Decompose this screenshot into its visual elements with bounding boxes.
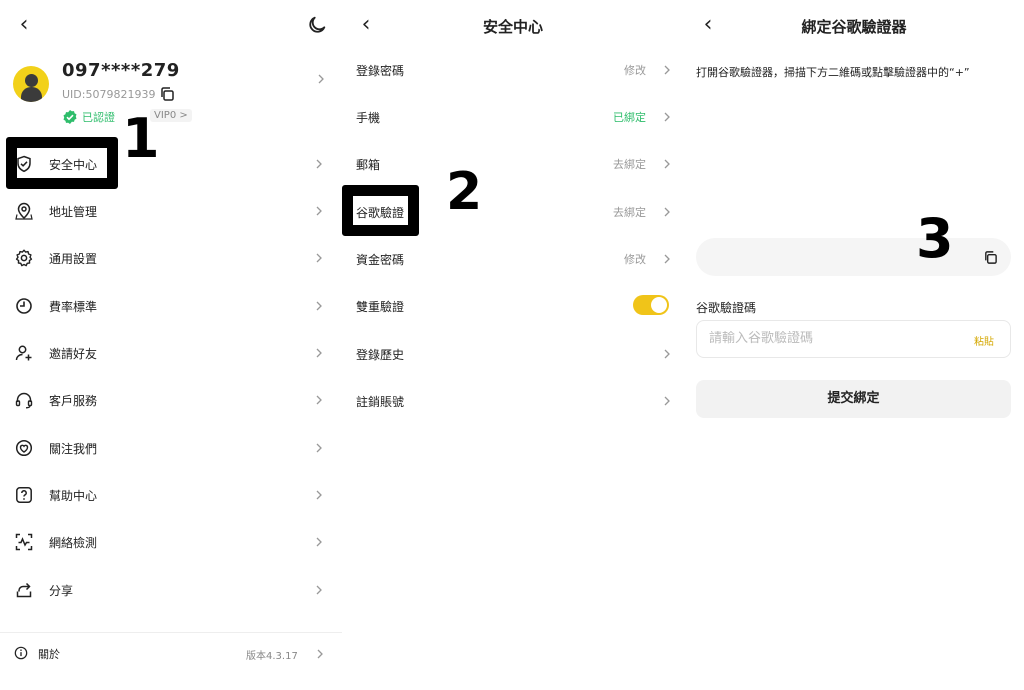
add-user-icon <box>15 345 32 361</box>
chevron-right-icon <box>316 537 322 547</box>
chevron-right-icon <box>316 490 322 500</box>
security-row-label: 手機 <box>356 111 381 125</box>
copy-icon[interactable] <box>983 250 998 265</box>
chevron-right-icon <box>316 159 322 169</box>
question-icon <box>16 487 32 503</box>
chevron-right-icon <box>316 348 322 358</box>
security-row-label: 郵箱 <box>356 158 381 172</box>
instruction-text: 打開谷歌驗證器，掃描下方二維碼或點擊驗證器中的“+” <box>696 66 970 79</box>
menu-item[interactable]: 地址管理 <box>0 191 342 231</box>
menu-item-label: 客戶服務 <box>49 394 98 408</box>
menu-item[interactable]: 通用設置 <box>0 238 342 278</box>
chevron-right-icon <box>664 207 670 217</box>
chevron-right-icon <box>664 65 670 75</box>
step-number-1: 1 <box>122 107 160 170</box>
menu-item-label: 幫助中心 <box>49 489 98 503</box>
chevron-right-icon <box>316 395 322 405</box>
security-row[interactable]: 登錄密碼 修改 <box>342 49 684 89</box>
chevron-right-icon <box>664 159 670 169</box>
chevron-right-icon <box>316 443 322 453</box>
chevron-right-icon[interactable] <box>316 74 326 84</box>
menu-item-label: 費率標準 <box>49 300 98 314</box>
bind-google-auth-panel: ‹ 綁定谷歌驗證器 打開谷歌驗證器，掃描下方二維碼或點擊驗證器中的“+” 3 谷… <box>684 0 1024 690</box>
moon-icon[interactable] <box>306 14 328 36</box>
network-scan-icon <box>15 533 33 551</box>
code-label: 谷歌驗證碼 <box>696 301 757 315</box>
step-number-3: 3 <box>916 207 954 270</box>
chevron-right-icon <box>664 254 670 264</box>
info-icon <box>14 646 28 660</box>
security-row-label: 登錄密碼 <box>356 64 405 78</box>
highlight-box-security-center <box>6 137 118 189</box>
menu-item-label: 邀請好友 <box>49 347 98 361</box>
share-icon <box>16 582 32 598</box>
security-row[interactable]: 雙重驗證 <box>342 285 684 325</box>
menu-item[interactable]: 分享 <box>0 570 342 610</box>
security-row[interactable]: 登錄歷史 <box>342 333 684 373</box>
menu-item[interactable]: 幫助中心 <box>0 475 342 515</box>
version-text: 版本4.3.17 <box>246 651 298 662</box>
paste-button[interactable]: 粘貼 <box>974 333 994 348</box>
chevron-right-icon <box>316 301 322 311</box>
page-title: 綁定谷歌驗證器 <box>801 18 907 36</box>
security-row-label: 雙重驗證 <box>356 300 405 314</box>
menu-item-label: 通用設置 <box>49 252 98 266</box>
copy-icon[interactable] <box>159 86 175 102</box>
highlight-box-google-auth <box>342 185 419 236</box>
security-row[interactable]: 註銷賬號 <box>342 380 684 420</box>
security-row-value: 去綁定 <box>613 206 646 219</box>
google-code-input[interactable] <box>709 331 949 346</box>
menu-item[interactable]: 網絡檢測 <box>0 522 342 562</box>
chevron-right-icon <box>664 349 670 359</box>
menu-item[interactable]: 關注我們 <box>0 428 342 468</box>
gear-icon <box>15 249 33 267</box>
security-row-value: 去綁定 <box>613 158 646 171</box>
secret-key-box <box>696 238 1011 276</box>
about-label[interactable]: 關於 <box>38 646 60 662</box>
chevron-right-icon <box>664 396 670 406</box>
phone-number: 097****279 <box>62 60 180 81</box>
menu-item-label: 地址管理 <box>49 205 98 219</box>
headset-icon <box>15 392 33 409</box>
security-row[interactable]: 郵箱 去綁定 <box>342 143 684 183</box>
menu-item[interactable]: 邀請好友 <box>0 333 342 373</box>
location-icon <box>15 202 33 220</box>
verified-badge: 已認證 <box>62 109 115 125</box>
step-number-2: 2 <box>446 162 483 222</box>
menu-item-label: 關注我們 <box>49 442 98 456</box>
menu-item[interactable]: 客戶服務 <box>0 380 342 420</box>
security-row-label: 資金密碼 <box>356 253 405 267</box>
menu-item-label: 分享 <box>49 584 74 598</box>
security-center-panel: ‹ 安全中心 登錄密碼 修改 手機 已綁定 郵箱 去綁定 谷歌驗證 去綁定 資金密碼 修改 雙重驗證… <box>342 0 684 690</box>
security-row-value: 修改 <box>624 253 646 266</box>
security-row[interactable]: 手機 已綁定 <box>342 96 684 136</box>
chevron-right-icon <box>316 253 322 263</box>
menu-item-label: 網絡檢測 <box>49 536 98 550</box>
two-factor-toggle[interactable] <box>633 295 669 315</box>
security-row[interactable]: 資金密碼 修改 <box>342 238 684 278</box>
heart-icon <box>15 439 33 457</box>
chevron-right-icon[interactable] <box>315 649 325 659</box>
security-row-label: 註銷賬號 <box>356 395 405 409</box>
code-input-container: 粘貼 <box>696 320 1011 358</box>
security-row-value: 修改 <box>624 64 646 77</box>
avatar[interactable] <box>13 66 49 102</box>
security-row-value: 已綁定 <box>613 111 646 124</box>
security-row-label: 登錄歷史 <box>356 348 405 362</box>
chevron-right-icon <box>316 585 322 595</box>
verified-label: 已認證 <box>82 111 115 124</box>
chevron-right-icon <box>664 112 670 122</box>
divider <box>0 632 342 633</box>
page-title: 安全中心 <box>482 18 543 36</box>
verified-check-icon <box>63 110 77 124</box>
chevron-right-icon <box>316 206 322 216</box>
back-icon[interactable]: ‹ <box>12 14 36 38</box>
clock-icon <box>16 298 32 314</box>
menu-item[interactable]: 費率標準 <box>0 286 342 326</box>
account-panel: ‹ 097****279 UID:5079821939 已認證 VIP0 > 安… <box>0 0 342 690</box>
submit-bind-button[interactable]: 提交綁定 <box>696 380 1011 418</box>
uid-text: UID:5079821939 <box>62 88 156 101</box>
